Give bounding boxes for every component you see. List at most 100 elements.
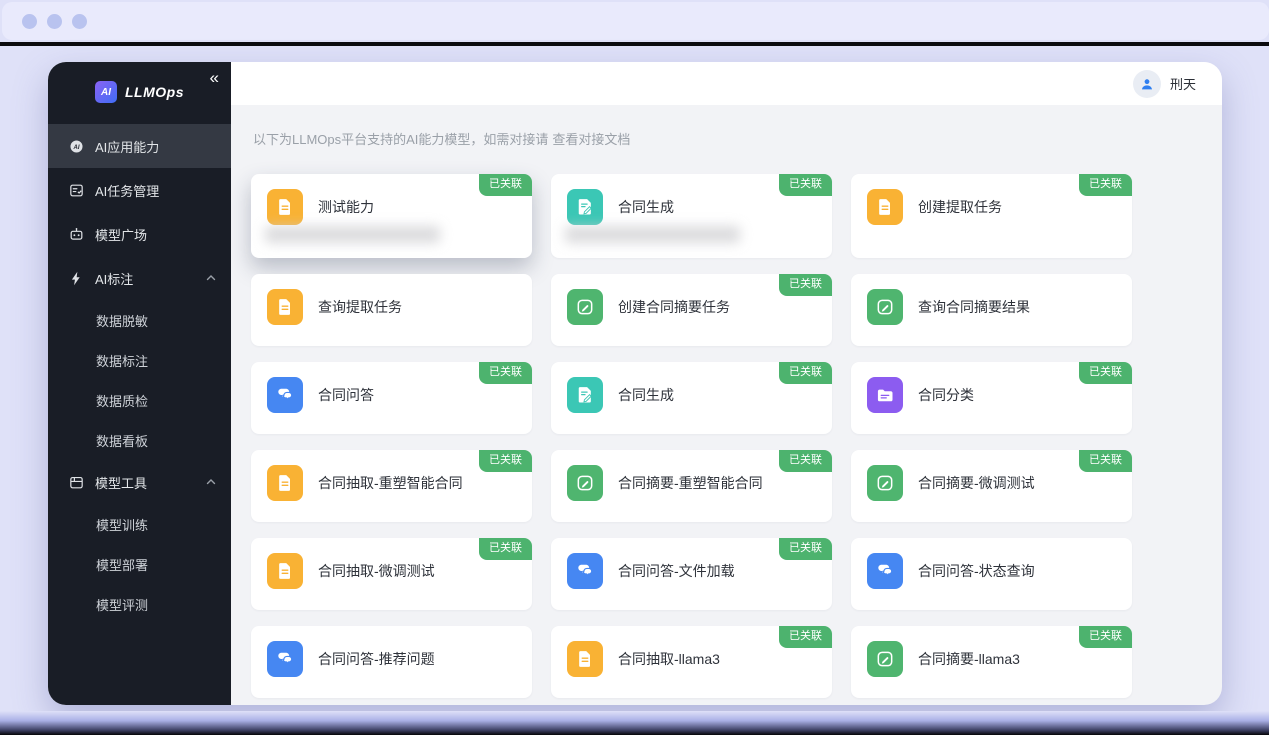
card-title: 测试能力	[318, 189, 374, 225]
card-title: 合同抽取-llama3	[618, 641, 720, 677]
sidebar-subitem-label: 模型训练	[96, 515, 148, 534]
sidebar-subitem[interactable]: 数据质检	[48, 380, 231, 420]
tasks-icon	[68, 182, 85, 199]
pencil-square-icon	[567, 465, 603, 501]
content-pane: 刑天 以下为LLMOps平台支持的AI能力模型，如需对接请查看对接文档 已关联测…	[231, 62, 1222, 705]
capability-card[interactable]: 已关联合同分类	[851, 362, 1132, 434]
sidebar-item[interactable]: AI标注	[48, 256, 231, 300]
card-title: 合同问答	[318, 377, 374, 413]
sidebar-item[interactable]: AIAI应用能力	[48, 124, 231, 168]
linked-badge: 已关联	[479, 538, 532, 560]
main-body: 以下为LLMOps平台支持的AI能力模型，如需对接请查看对接文档 已关联测试能力…	[231, 105, 1222, 705]
app-window: « AI LLMOps AIAI应用能力AI任务管理模型广场 AI标注数据脱敏数据…	[48, 62, 1222, 705]
capability-card[interactable]: 已关联合同问答	[251, 362, 532, 434]
capability-card[interactable]: 已关联合同摘要-重塑智能合同	[551, 450, 832, 522]
sidebar: « AI LLMOps AIAI应用能力AI任务管理模型广场 AI标注数据脱敏数据…	[48, 62, 231, 705]
frame-divider	[0, 42, 1269, 46]
sidebar-item[interactable]: AI任务管理	[48, 168, 231, 212]
svg-text:AI: AI	[72, 144, 79, 150]
chat-bubbles-icon	[867, 553, 903, 589]
capability-card[interactable]: 查询合同摘要结果	[851, 274, 1132, 346]
chat-bubbles-icon	[567, 553, 603, 589]
sidebar-subitem[interactable]: 模型部署	[48, 544, 231, 584]
sidebar-item[interactable]: 模型工具	[48, 460, 231, 504]
capability-card[interactable]: 已关联合同生成	[551, 362, 832, 434]
frame-bottom-fade	[0, 711, 1269, 735]
sidebar-item-label: AI标注	[95, 269, 195, 288]
window-control-dot[interactable]	[22, 14, 37, 29]
document-pen-icon	[567, 377, 603, 413]
sidebar-collapse-icon[interactable]: «	[210, 68, 219, 88]
linked-badge: 已关联	[779, 362, 832, 384]
sidebar-subitem-label: 数据标注	[96, 351, 148, 370]
top-header: 刑天	[231, 62, 1222, 105]
window-control-dot[interactable]	[72, 14, 87, 29]
capability-card[interactable]: 已关联测试能力	[251, 174, 532, 258]
card-title: 合同问答-文件加载	[618, 553, 735, 589]
logo: AI LLMOps	[48, 62, 231, 112]
tools-icon	[68, 474, 85, 491]
sidebar-menu: AIAI应用能力AI任务管理模型广场 AI标注数据脱敏数据标注数据质检数据看板模型…	[48, 124, 231, 624]
sidebar-subitem[interactable]: 数据标注	[48, 340, 231, 380]
card-title: 合同抽取-微调测试	[318, 553, 435, 589]
user-name[interactable]: 刑天	[1170, 74, 1196, 93]
sidebar-subitem[interactable]: 数据看板	[48, 420, 231, 460]
capability-card[interactable]: 合同问答-推荐问题	[251, 626, 532, 698]
document-icon	[867, 189, 903, 225]
document-icon	[267, 289, 303, 325]
card-title: 合同生成	[618, 189, 674, 225]
pencil-square-icon	[867, 289, 903, 325]
sidebar-subitem[interactable]: 模型训练	[48, 504, 231, 544]
document-icon	[267, 189, 303, 225]
card-title: 查询提取任务	[318, 289, 402, 325]
capability-card[interactable]: 已关联合同问答-文件加载	[551, 538, 832, 610]
blurred-description	[565, 226, 740, 243]
card-title: 合同问答-推荐问题	[318, 641, 435, 677]
document-icon	[567, 641, 603, 677]
linked-badge: 已关联	[1079, 450, 1132, 472]
card-title: 合同抽取-重塑智能合同	[318, 465, 463, 501]
capability-card[interactable]: 已关联合同抽取-微调测试	[251, 538, 532, 610]
sidebar-subitem-label: 数据脱敏	[96, 311, 148, 330]
folder-icon	[867, 377, 903, 413]
sidebar-item[interactable]: 模型广场	[48, 212, 231, 256]
capability-card[interactable]: 已关联创建提取任务	[851, 174, 1132, 258]
docs-link[interactable]: 查看对接文档	[552, 132, 630, 147]
pencil-square-icon	[867, 465, 903, 501]
lightning-icon	[68, 270, 85, 287]
capability-card[interactable]: 查询提取任务	[251, 274, 532, 346]
sidebar-subitem-label: 模型评测	[96, 595, 148, 614]
linked-badge: 已关联	[779, 626, 832, 648]
window-control-dot[interactable]	[47, 14, 62, 29]
blurred-description	[265, 226, 440, 243]
capability-card[interactable]: 已关联合同摘要-微调测试	[851, 450, 1132, 522]
linked-badge: 已关联	[479, 174, 532, 196]
chevron-up-icon	[205, 476, 217, 488]
intro-line: 以下为LLMOps平台支持的AI能力模型，如需对接请查看对接文档	[253, 129, 1202, 148]
card-title: 合同问答-状态查询	[918, 553, 1035, 589]
card-title: 合同摘要-llama3	[918, 641, 1020, 677]
capability-card[interactable]: 合同问答-状态查询	[851, 538, 1132, 610]
model-plaza-icon	[68, 226, 85, 243]
sidebar-item-label: 模型工具	[95, 473, 195, 492]
capability-card[interactable]: 已关联合同抽取-llama3	[551, 626, 832, 698]
linked-badge: 已关联	[779, 274, 832, 296]
capability-card[interactable]: 已关联创建合同摘要任务	[551, 274, 832, 346]
linked-badge: 已关联	[1079, 362, 1132, 384]
chevron-up-icon	[205, 272, 217, 284]
linked-badge: 已关联	[779, 450, 832, 472]
brand-mark-icon: AI	[95, 81, 117, 103]
chat-bubbles-icon	[267, 641, 303, 677]
capability-card[interactable]: 已关联合同抽取-重塑智能合同	[251, 450, 532, 522]
capability-grid: 已关联测试能力已关联合同生成已关联创建提取任务查询提取任务已关联创建合同摘要任务…	[251, 174, 1202, 698]
sidebar-subitem-label: 模型部署	[96, 555, 148, 574]
sidebar-subitem[interactable]: 模型评测	[48, 584, 231, 624]
sidebar-subitem[interactable]: 数据脱敏	[48, 300, 231, 340]
linked-badge: 已关联	[779, 174, 832, 196]
capability-card[interactable]: 已关联合同摘要-llama3	[851, 626, 1132, 698]
pencil-square-icon	[867, 641, 903, 677]
capability-card[interactable]: 已关联合同生成	[551, 174, 832, 258]
user-avatar[interactable]	[1133, 70, 1161, 98]
person-icon	[1139, 76, 1155, 92]
sidebar-item-label: 模型广场	[95, 225, 217, 244]
